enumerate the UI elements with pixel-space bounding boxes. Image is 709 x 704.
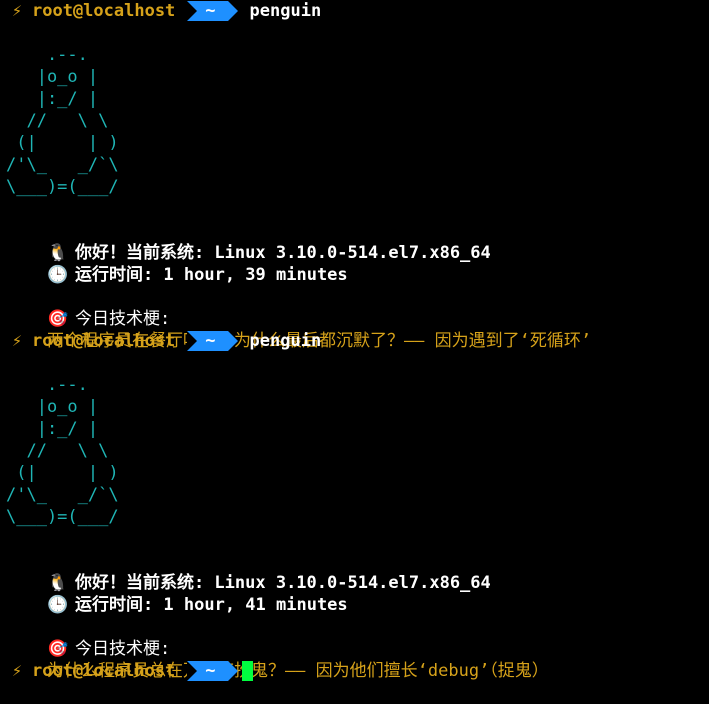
- prompt-userhost: root@localhost: [32, 661, 176, 681]
- penguin-art-line: |:_/ |: [6, 419, 99, 439]
- uptime-text: 运行时间: 1 hour, 39 minutes: [74, 265, 348, 285]
- prompt-command: penguin: [249, 1, 322, 21]
- system-greeting: 🐧 你好！当前系统: Linux 3.10.0-514.el7.x86_64: [0, 220, 709, 263]
- penguin-art-line: // \ \: [6, 111, 109, 131]
- prompt-directory: ~: [187, 331, 238, 351]
- prompt-directory: ~: [187, 1, 238, 21]
- bolt-icon: ⚡: [11, 331, 23, 351]
- penguin-art-line: (| | ): [6, 133, 119, 153]
- uptime-line: 🕒 运行时间: 1 hour, 41 minutes: [0, 572, 709, 615]
- system-greeting: 🐧 你好！当前系统: Linux 3.10.0-514.el7.x86_64: [0, 550, 709, 593]
- penguin-art-line: /'\_ _/`\: [6, 485, 119, 505]
- bolt-icon: ⚡: [11, 1, 23, 21]
- joke-header: 🎯 今日技术梗:: [0, 616, 709, 659]
- penguin-art-line: // \ \: [6, 441, 109, 461]
- clock-icon: 🕒: [46, 595, 69, 615]
- clock-icon: 🕒: [46, 265, 69, 285]
- joke-line: 为什么程序员总在万圣节扮鬼？—— 因为他们擅长‘debug’（捉鬼）: [0, 638, 709, 681]
- bolt-icon: ⚡: [11, 661, 23, 681]
- prompt-directory: ~: [187, 661, 238, 681]
- prompt-line: ⚡ root@localhost ~ penguin: [0, 330, 709, 352]
- penguin-art-line: .--.: [6, 375, 88, 395]
- terminal-cursor[interactable]: [241, 661, 253, 681]
- prompt-line: ⚡ root@localhost ~ penguin: [0, 0, 709, 22]
- penguin-art-line: (| | ): [6, 463, 119, 483]
- penguin-art-block: .--. |o_o | |:_/ | // \ \ (| | ) /'\_ _/…: [0, 374, 709, 528]
- penguin-art-line: /'\_ _/`\: [6, 155, 119, 175]
- penguin-art-line: |o_o |: [6, 67, 99, 87]
- terminal-window[interactable]: ⚡ root@localhost ~ penguin .--. |o_o | |…: [0, 0, 709, 686]
- prompt-command: penguin: [249, 331, 322, 351]
- joke-header: 🎯 今日技术梗:: [0, 286, 709, 329]
- prompt-userhost: root@localhost: [32, 1, 176, 21]
- penguin-art-line: |o_o |: [6, 397, 99, 417]
- penguin-art-line: .--.: [6, 45, 88, 65]
- joke-line: 两个程序员在餐厅吵架，为什么最后都沉默了？—— 因为遇到了‘死循环’: [0, 308, 709, 351]
- penguin-art-line: \___)=(___/: [6, 507, 119, 527]
- uptime-line: 🕒 运行时间: 1 hour, 39 minutes: [0, 242, 709, 285]
- penguin-art-block: .--. |o_o | |:_/ | // \ \ (| | ) /'\_ _/…: [0, 44, 709, 198]
- prompt-line[interactable]: ⚡ root@localhost ~: [0, 660, 709, 682]
- penguin-art-line: \___)=(___/: [6, 177, 119, 197]
- prompt-userhost: root@localhost: [32, 331, 176, 351]
- penguin-art-line: |:_/ |: [6, 89, 99, 109]
- uptime-text: 运行时间: 1 hour, 41 minutes: [74, 595, 348, 615]
